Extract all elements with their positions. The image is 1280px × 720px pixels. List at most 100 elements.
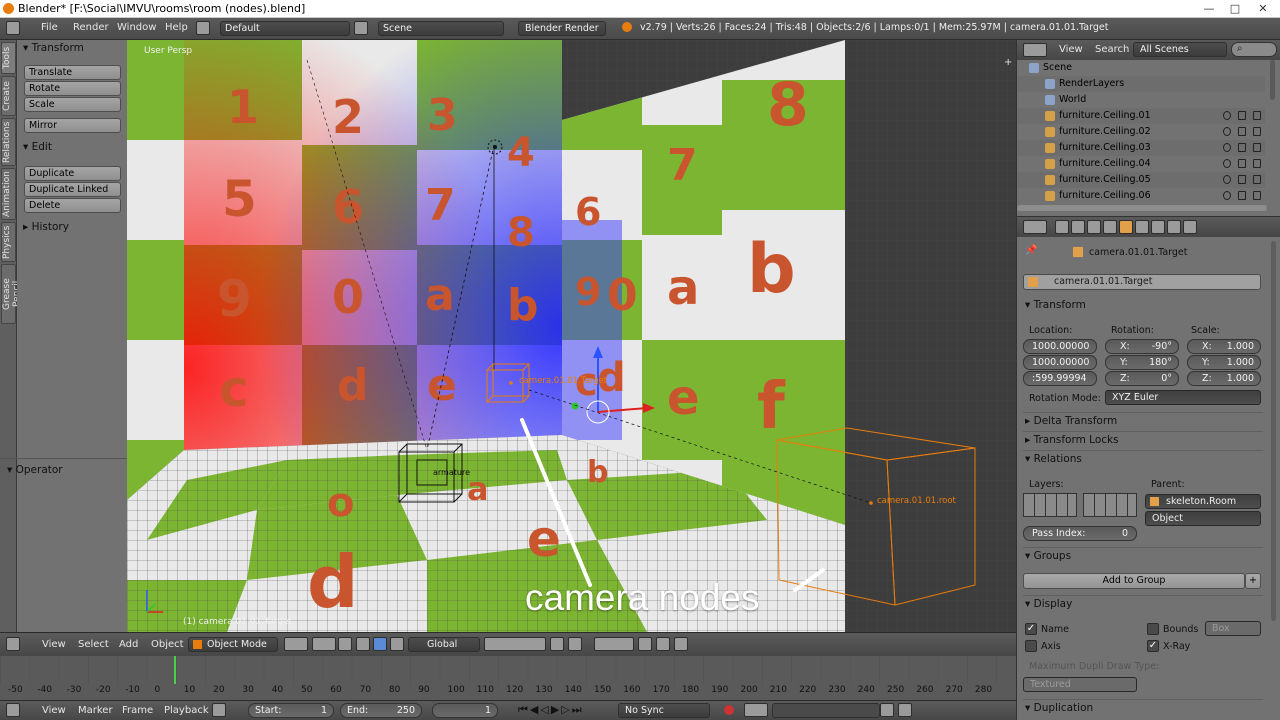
outliner-row[interactable]: furniture.Ceiling.01: [1017, 108, 1265, 124]
transform-panel-header[interactable]: ▾ Transform: [1025, 299, 1086, 311]
rotate-manipulator-icon[interactable]: [373, 637, 387, 651]
layers-icon[interactable]: [484, 637, 546, 651]
scene-tab-icon[interactable]: [1087, 220, 1101, 234]
layers-grid-a[interactable]: [1023, 493, 1077, 517]
outliner-search-input[interactable]: ⌕: [1231, 42, 1277, 57]
constraints-tab-icon[interactable]: [1135, 220, 1149, 234]
location-z-field[interactable]: :599.99994: [1023, 371, 1097, 386]
rotate-button[interactable]: Rotate: [24, 81, 121, 96]
eye-icon[interactable]: [1223, 127, 1231, 136]
delete-button[interactable]: Delete: [24, 198, 121, 213]
menu-object[interactable]: Object: [151, 639, 184, 650]
maximize-button[interactable]: □: [1222, 0, 1248, 18]
tab-tools[interactable]: Tools: [1, 42, 16, 74]
cursor-icon[interactable]: [1238, 127, 1246, 136]
render-icon[interactable]: [1253, 175, 1261, 184]
relations-panel-header[interactable]: ▾ Relations: [1025, 453, 1082, 465]
sync-select[interactable]: No Sync: [618, 703, 710, 718]
menu-playback[interactable]: Playback: [164, 705, 209, 716]
cursor-icon[interactable]: [1238, 143, 1246, 152]
outliner-scrollbar[interactable]: [1267, 60, 1277, 208]
layers-grid-b[interactable]: [1083, 493, 1137, 517]
minimize-button[interactable]: —: [1196, 0, 1222, 18]
outliner-row[interactable]: furniture.Ceiling.03: [1017, 140, 1265, 156]
end-frame-field[interactable]: End: 250: [340, 703, 422, 718]
display-mode-select[interactable]: All Scenes: [1133, 42, 1227, 57]
shading-icon[interactable]: [284, 637, 308, 651]
editor-type-icon[interactable]: [1023, 220, 1047, 234]
scene-icon[interactable]: [354, 21, 368, 35]
keying-icon[interactable]: [744, 703, 768, 717]
eye-icon[interactable]: [1223, 111, 1231, 120]
operator-panel-header[interactable]: ▾ Operator: [7, 464, 63, 476]
scale-z-field[interactable]: Z: 1.000: [1187, 371, 1261, 386]
delete-key-icon[interactable]: [898, 703, 912, 717]
menu-select[interactable]: Select: [78, 639, 109, 650]
menu-render[interactable]: Render: [73, 22, 109, 33]
duplicate-button[interactable]: Duplicate: [24, 166, 121, 181]
snap-icon[interactable]: [568, 637, 582, 651]
display-panel-header[interactable]: ▾ Display: [1025, 598, 1072, 610]
tab-physics[interactable]: Physics: [1, 222, 16, 262]
menu-add[interactable]: Add: [119, 639, 138, 650]
keyframe-icon[interactable]: [212, 703, 226, 717]
modifiers-tab-icon[interactable]: [1151, 220, 1165, 234]
location-x-field[interactable]: 1000.00000: [1023, 339, 1097, 354]
outliner-row[interactable]: furniture.Ceiling.06: [1017, 188, 1265, 204]
outliner-row[interactable]: furniture.Ceiling.04: [1017, 156, 1265, 172]
pivot-icon[interactable]: [312, 637, 336, 651]
current-frame-field[interactable]: 1: [432, 703, 498, 718]
tab-animation[interactable]: Animation: [1, 168, 16, 220]
cursor-icon[interactable]: [1238, 111, 1246, 120]
translate-button[interactable]: Translate: [24, 65, 121, 80]
menu-marker[interactable]: Marker: [78, 705, 113, 716]
delta-transform-panel-header[interactable]: ▸ Delta Transform: [1025, 415, 1117, 427]
editor-type-icon[interactable]: [6, 703, 20, 717]
tab-grease-pencil[interactable]: Grease Pencil: [1, 264, 22, 324]
close-window-button[interactable]: ✕: [1250, 0, 1276, 18]
pass-index-field[interactable]: Pass Index: 0: [1023, 526, 1137, 541]
eye-icon[interactable]: [1223, 159, 1231, 168]
current-frame-marker[interactable]: [174, 656, 176, 684]
rotation-x-field[interactable]: X: -90°: [1105, 339, 1179, 354]
max-dupli-draw-select[interactable]: Textured: [1023, 677, 1137, 692]
playback-controls[interactable]: ⏮◀◁▶▷⏭: [518, 703, 614, 718]
scale-x-field[interactable]: X: 1.000: [1187, 339, 1261, 354]
eye-icon[interactable]: [1223, 175, 1231, 184]
world-tab-icon[interactable]: [1103, 220, 1117, 234]
transform-locks-panel-header[interactable]: ▸ Transform Locks: [1025, 434, 1119, 446]
texture-tab-icon[interactable]: [1167, 220, 1181, 234]
rotation-z-field[interactable]: Z: 0°: [1105, 371, 1179, 386]
xray-checkbox[interactable]: ✓: [1147, 640, 1159, 652]
parent-type-select[interactable]: Object: [1145, 511, 1261, 526]
menu-view[interactable]: View: [42, 639, 66, 650]
outliner-row[interactable]: World: [1017, 92, 1265, 108]
properties-scrollbar[interactable]: [1269, 241, 1277, 641]
editor-type-icon[interactable]: [6, 637, 20, 651]
eye-icon[interactable]: [1223, 143, 1231, 152]
cursor-icon[interactable]: [1238, 159, 1246, 168]
eye-icon[interactable]: [1223, 191, 1231, 200]
object-name-field[interactable]: camera.01.01.Target: [1023, 274, 1261, 290]
cursor-icon[interactable]: [1238, 175, 1246, 184]
outliner-h-scrollbar[interactable]: [1017, 205, 1267, 211]
viewport-add-icon[interactable]: +: [1004, 57, 1012, 68]
render-icon[interactable]: [1253, 127, 1261, 136]
tab-create[interactable]: Create: [1, 76, 16, 116]
manipulator-icon[interactable]: [338, 637, 352, 651]
layers-tab-icon[interactable]: [1071, 220, 1085, 234]
groups-panel-header[interactable]: ▾ Groups: [1025, 550, 1071, 562]
camera-root-object[interactable]: [776, 427, 976, 606]
outliner-row[interactable]: furniture.Ceiling.02: [1017, 124, 1265, 140]
render-icon[interactable]: [1253, 111, 1261, 120]
tab-relations[interactable]: Relations: [1, 118, 16, 166]
mirror-button[interactable]: Mirror: [24, 118, 121, 133]
editor-type-icon[interactable]: [1023, 43, 1047, 57]
start-frame-field[interactable]: Start: 1: [248, 703, 334, 718]
pin-icon[interactable]: 📌: [1025, 245, 1037, 256]
snap-target-icon[interactable]: [594, 637, 634, 651]
transform-panel-header[interactable]: ▾ Transform: [23, 42, 84, 54]
insert-key-icon[interactable]: [880, 703, 894, 717]
edit-panel-header[interactable]: ▾ Edit: [23, 141, 52, 153]
record-icon[interactable]: [724, 705, 734, 715]
